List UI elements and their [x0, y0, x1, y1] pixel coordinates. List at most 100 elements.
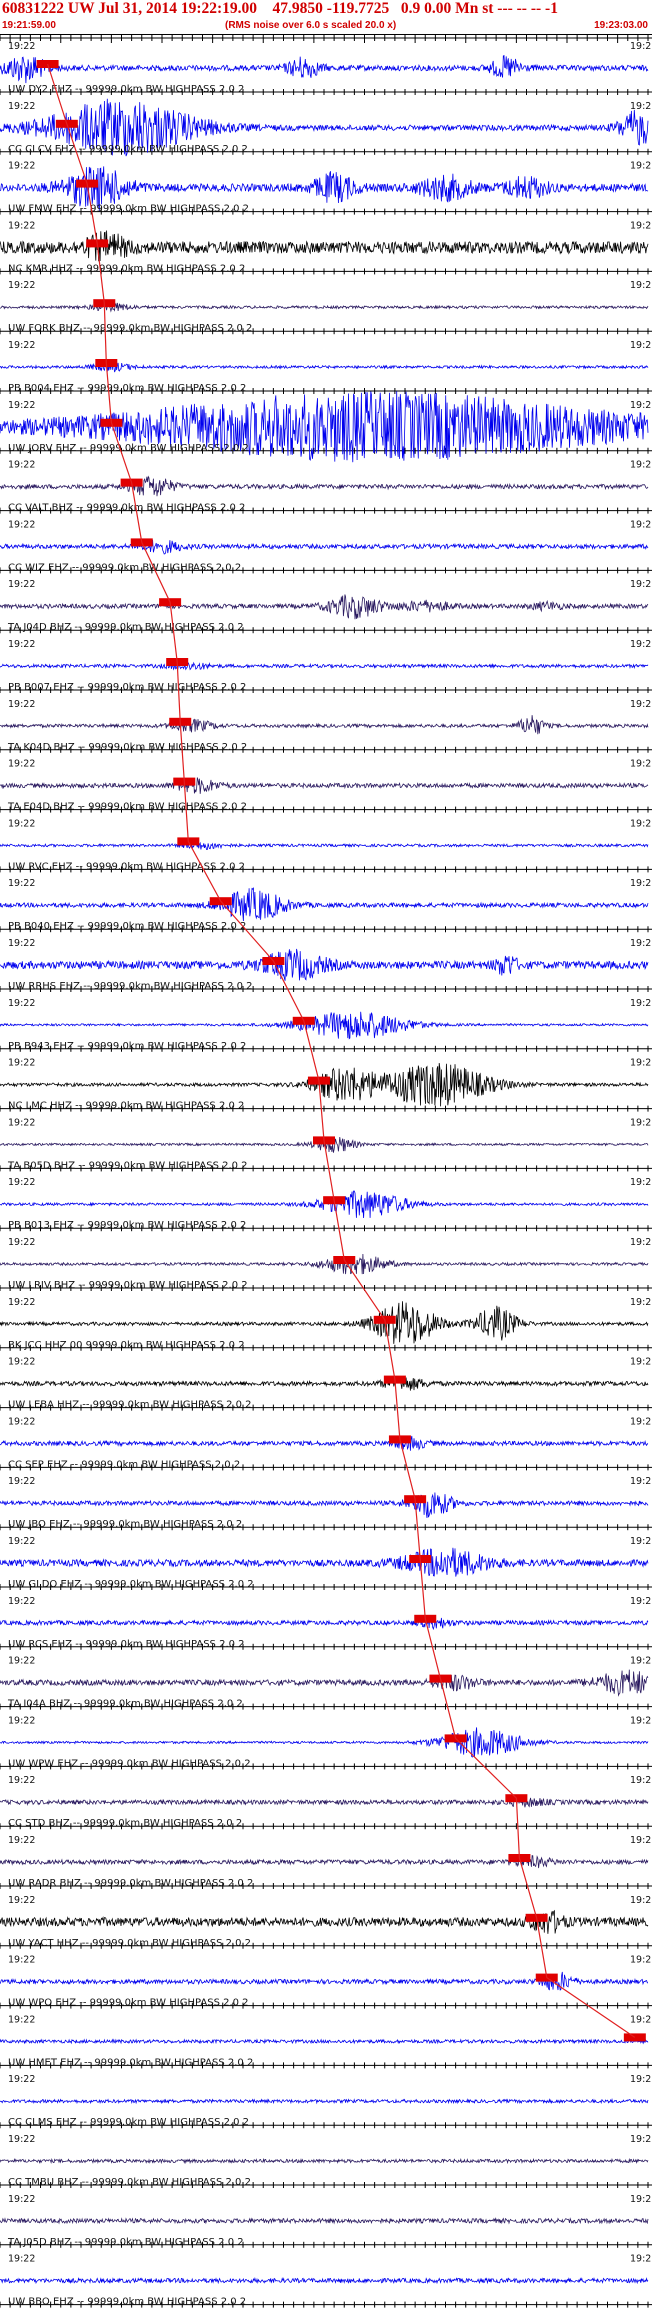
trace-time-left: 19:22 [8, 1416, 35, 1427]
trace-time-right: 19:23 [630, 1237, 652, 1248]
pick-marker [623, 2033, 646, 2042]
trace-time-left: 19:22 [8, 1177, 35, 1188]
trace-time-left: 19:22 [8, 2254, 35, 2265]
station-label: CC WIZ EHZ -- 99999.0km BW HIGHPASS 2.0 … [8, 562, 241, 573]
trace-time-right: 19:23 [630, 639, 652, 650]
waveform [0, 1909, 649, 1934]
station-label: UW WPO EHZ -- 99999.0km BW HIGHPASS 2.0 … [8, 1998, 249, 2009]
trace-time-right: 19:23 [630, 2014, 652, 2025]
waveform [0, 1615, 649, 1631]
waveform [0, 2038, 649, 2045]
trace-time-left: 19:22 [8, 1955, 35, 1966]
trace-time-right: 19:23 [630, 1117, 652, 1128]
station-label: UW DY2 EHZ -- 99999.0km BW HIGHPASS 2.0 … [8, 84, 244, 95]
waveform [0, 2098, 649, 2105]
trace-time-right: 19:23 [630, 2194, 652, 2205]
station-label: PB B007 EHZ -- 99999.0km BW HIGHPASS 2.0… [8, 682, 246, 693]
trace-time-right: 19:23 [630, 1656, 652, 1667]
trace-time-right: 19:23 [630, 699, 652, 710]
station-label: PB B004 EHZ -- 99999.0km BW HIGHPASS 2.0… [8, 383, 246, 394]
station-label: TA J04D BHZ -- 99999.0km BW HIGHPASS 2.0… [7, 622, 244, 633]
trace-time-left: 19:22 [8, 2194, 35, 2205]
waveform [0, 841, 649, 850]
trace-time-left: 19:22 [8, 1775, 35, 1786]
trace-time-right: 19:23 [630, 579, 652, 590]
trace-time-left: 19:22 [8, 998, 35, 1009]
trace-time-left: 19:22 [8, 1835, 35, 1846]
trace-time-right: 19:23 [630, 161, 652, 172]
waveform [0, 1727, 649, 1758]
trace-time-right: 19:23 [630, 340, 652, 351]
station-label: CC CLCV EHZ -- 99999.0km BW HIGHPASS 2.0… [8, 144, 248, 155]
trace-time-left: 19:22 [8, 460, 35, 471]
station-label: UW FMW EHZ -- 99999.0km BW HIGHPASS 2.0 … [8, 204, 249, 215]
trace-time-left: 19:22 [8, 101, 35, 112]
trace-time-right: 19:23 [630, 878, 652, 889]
station-label: TA K04D BHZ -- 99999.0km BW HIGHPASS 2.0… [7, 742, 247, 753]
station-label: CC SEP EHZ -- 99999.0km BW HIGHPASS 2.0 … [8, 1459, 240, 1470]
trace-time-right: 19:23 [630, 1715, 652, 1726]
trace-time-left: 19:22 [8, 1536, 35, 1547]
trace-time-right: 19:23 [630, 998, 652, 1009]
waveform [0, 1855, 649, 1869]
station-label: CC VALT BHZ -- 99999.0km BW HIGHPASS 2.0… [8, 503, 245, 514]
end-time: 19:23:03.00 [594, 20, 648, 31]
station-label: TA J05D BHZ -- 99999.0km BW HIGHPASS 2.0… [7, 2237, 244, 2248]
trace-time-left: 19:22 [8, 1476, 35, 1487]
trace-time-left: 19:22 [8, 699, 35, 710]
trace-time-right: 19:23 [630, 1058, 652, 1069]
trace-time-right: 19:23 [630, 1297, 652, 1308]
station-label: UW LRIV BHZ -- 99999.0km BW HIGHPASS 2.0… [8, 1280, 248, 1291]
trace-time-left: 19:22 [8, 1715, 35, 1726]
plot-header: 60831222 UW Jul 31, 2014 19:22:19.00 47.… [0, 0, 652, 35]
waveform [0, 1547, 649, 1577]
trace-time-left: 19:22 [8, 41, 35, 52]
waveform [0, 887, 649, 922]
trace-time-left: 19:22 [8, 818, 35, 829]
station-label: UW JORV EHZ -- 99999.0km BW HIGHPASS 2.0… [8, 443, 249, 454]
rms-subtitle: (RMS noise over 6.0 s scaled 20.0 x) [225, 20, 397, 31]
waveform [0, 54, 649, 84]
station-label: UW HMET EHZ -- 99999.0km BW HIGHPASS 2.0… [8, 2057, 253, 2068]
waveform [0, 594, 649, 620]
station-label: CC CLMS EHZ -- 99999.0km BW HIGHPASS 2.0… [8, 2117, 249, 2128]
station-label: TA I04A BHZ -- 99999.0km BW HIGHPASS 2.0… [7, 1699, 243, 1710]
trace-time-right: 19:23 [630, 519, 652, 530]
trace-time-right: 19:23 [630, 938, 652, 949]
waveform [0, 1253, 649, 1275]
station-label: UW GLDO EHZ -- 99999.0km BW HIGHPASS 2.0… [8, 1579, 254, 1590]
trace-time-right: 19:23 [630, 220, 652, 231]
trace-time-left: 19:22 [8, 1656, 35, 1667]
station-label: BK JCC HHZ 00 99999.0km BW HIGHPASS 2.0 … [8, 1340, 245, 1351]
waveform [0, 2277, 649, 2285]
station-label: UW RADR BHZ -- 99999.0km BW HIGHPASS 2.0… [8, 1878, 253, 1889]
trace-time-left: 19:22 [8, 579, 35, 590]
trace-time-right: 19:23 [630, 101, 652, 112]
trace-time-left: 19:22 [8, 1058, 35, 1069]
trace-time-right: 19:23 [630, 1955, 652, 1966]
station-label: TA B05D BHZ -- 99999.0km BW HIGHPASS 2.0… [7, 1160, 248, 1171]
waveform [0, 1377, 649, 1391]
waveform [0, 948, 649, 981]
waveform [0, 1797, 649, 1808]
trace-time-left: 19:22 [8, 938, 35, 949]
trace-time-right: 19:23 [630, 1835, 652, 1846]
trace-time-right: 19:23 [630, 1177, 652, 1188]
waveform [0, 2157, 649, 2165]
waveform [0, 1492, 649, 1519]
station-label: UW JBO EHZ -- 99999.0km BW HIGHPASS 2.0 … [8, 1519, 242, 1530]
trace-time-left: 19:22 [8, 2134, 35, 2145]
trace-time-left: 19:22 [8, 2074, 35, 2085]
station-label: UW LEBA HHZ -- 99999.0km BW HIGHPASS 2.0… [8, 1400, 252, 1411]
trace-time-left: 19:22 [8, 1596, 35, 1607]
trace-time-left: 19:22 [8, 878, 35, 889]
trace-time-left: 19:22 [8, 1357, 35, 1368]
trace-time-left: 19:22 [8, 340, 35, 351]
trace-time-left: 19:22 [8, 220, 35, 231]
trace-time-right: 19:23 [630, 2134, 652, 2145]
waveform [0, 2217, 649, 2225]
station-label: UW RVC EHZ -- 99999.0km BW HIGHPASS 2.0 … [8, 861, 245, 872]
trace-time-right: 19:23 [630, 41, 652, 52]
waveform [0, 1435, 649, 1451]
trace-time-right: 19:23 [630, 1416, 652, 1427]
